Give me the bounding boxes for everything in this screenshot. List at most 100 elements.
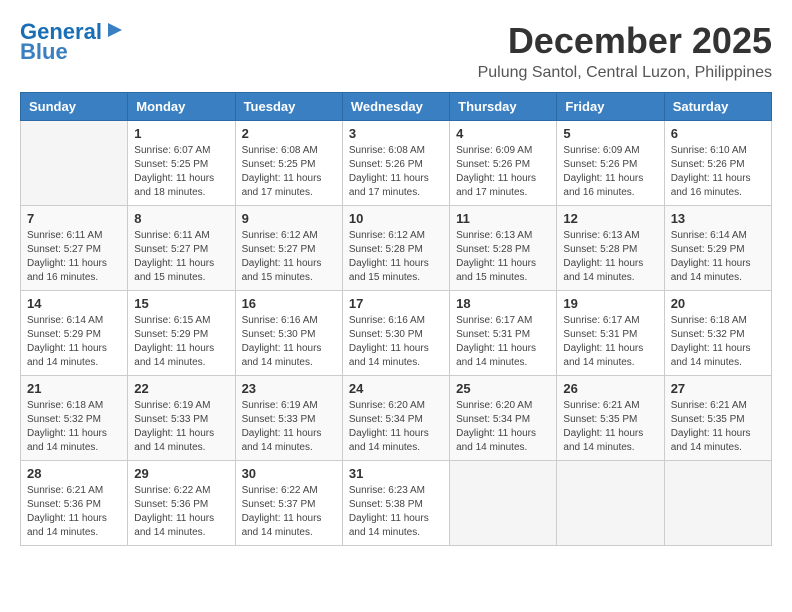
day-number: 15 [134, 296, 228, 311]
logo-text-blue: Blue [20, 40, 68, 64]
calendar-cell: 30 Sunrise: 6:22 AMSunset: 5:37 PMDayligh… [235, 461, 342, 546]
day-number: 2 [242, 126, 336, 141]
day-number: 13 [671, 211, 765, 226]
calendar-cell: 22 Sunrise: 6:19 AMSunset: 5:33 PMDayligh… [128, 376, 235, 461]
day-info: Sunrise: 6:21 AMSunset: 5:35 PMDaylight:… [671, 399, 765, 455]
day-number: 25 [456, 381, 550, 396]
day-number: 16 [242, 296, 336, 311]
day-info: Sunrise: 6:12 AMSunset: 5:28 PMDaylight:… [349, 229, 443, 285]
day-info: Sunrise: 6:11 AMSunset: 5:27 PMDaylight:… [27, 229, 121, 285]
day-info: Sunrise: 6:14 AMSunset: 5:29 PMDaylight:… [27, 314, 121, 370]
day-info: Sunrise: 6:13 AMSunset: 5:28 PMDaylight:… [563, 229, 657, 285]
day-info: Sunrise: 6:09 AMSunset: 5:26 PMDaylight:… [456, 144, 550, 200]
calendar-cell: 14 Sunrise: 6:14 AMSunset: 5:29 PMDayligh… [21, 291, 128, 376]
logo: General Blue [20, 20, 124, 64]
calendar-week-row: 7 Sunrise: 6:11 AMSunset: 5:27 PMDaylight… [21, 206, 772, 291]
day-number: 8 [134, 211, 228, 226]
day-info: Sunrise: 6:23 AMSunset: 5:38 PMDaylight:… [349, 484, 443, 540]
calendar-header-monday: Monday [128, 93, 235, 121]
day-number: 24 [349, 381, 443, 396]
calendar-cell: 27 Sunrise: 6:21 AMSunset: 5:35 PMDayligh… [664, 376, 771, 461]
day-number: 27 [671, 381, 765, 396]
calendar-cell: 12 Sunrise: 6:13 AMSunset: 5:28 PMDayligh… [557, 206, 664, 291]
day-number: 4 [456, 126, 550, 141]
calendar-week-row: 28Sunrise: 6:21 AMSunset: 5:36 PMDayligh… [21, 461, 772, 546]
day-number: 12 [563, 211, 657, 226]
calendar-cell: 10 Sunrise: 6:12 AMSunset: 5:28 PMDayligh… [342, 206, 449, 291]
calendar-table: SundayMondayTuesdayWednesdayThursdayFrid… [20, 92, 772, 546]
month-title: December 2025 [478, 20, 772, 62]
day-number: 3 [349, 126, 443, 141]
day-info: Sunrise: 6:22 AMSunset: 5:36 PMDaylight:… [134, 484, 228, 540]
calendar-cell: 18 Sunrise: 6:17 AMSunset: 5:31 PMDayligh… [450, 291, 557, 376]
day-info: Sunrise: 6:13 AMSunset: 5:28 PMDaylight:… [456, 229, 550, 285]
calendar-week-row: 1Sunrise: 6:07 AMSunset: 5:25 PMDaylight… [21, 121, 772, 206]
day-info: Sunrise: 6:08 AMSunset: 5:26 PMDaylight:… [349, 144, 443, 200]
calendar-cell: 20 Sunrise: 6:18 AMSunset: 5:32 PMDayligh… [664, 291, 771, 376]
calendar-header-tuesday: Tuesday [235, 93, 342, 121]
day-number: 21 [27, 381, 121, 396]
day-info: Sunrise: 6:16 AMSunset: 5:30 PMDaylight:… [349, 314, 443, 370]
calendar-cell: 5Sunrise: 6:09 AMSunset: 5:26 PMDaylight… [557, 121, 664, 206]
day-info: Sunrise: 6:19 AMSunset: 5:33 PMDaylight:… [134, 399, 228, 455]
calendar-cell: 13 Sunrise: 6:14 AMSunset: 5:29 PMDayligh… [664, 206, 771, 291]
calendar-cell: 25Sunrise: 6:20 AMSunset: 5:34 PMDayligh… [450, 376, 557, 461]
calendar-cell: 15 Sunrise: 6:15 AMSunset: 5:29 PMDayligh… [128, 291, 235, 376]
day-number: 17 [349, 296, 443, 311]
calendar-cell: 8 Sunrise: 6:11 AMSunset: 5:27 PMDaylight… [128, 206, 235, 291]
calendar-cell: 11 Sunrise: 6:13 AMSunset: 5:28 PMDayligh… [450, 206, 557, 291]
day-number: 6 [671, 126, 765, 141]
day-info: Sunrise: 6:18 AMSunset: 5:32 PMDaylight:… [671, 314, 765, 370]
logo-arrow-icon [106, 21, 124, 39]
location-subtitle: Pulung Santol, Central Luzon, Philippine… [478, 64, 772, 82]
day-number: 22 [134, 381, 228, 396]
title-section: December 2025 Pulung Santol, Central Luz… [478, 20, 772, 82]
calendar-cell: 4 Sunrise: 6:09 AMSunset: 5:26 PMDaylight… [450, 121, 557, 206]
day-info: Sunrise: 6:08 AMSunset: 5:25 PMDaylight:… [242, 144, 336, 200]
calendar-cell [450, 461, 557, 546]
day-info: Sunrise: 6:18 AMSunset: 5:32 PMDaylight:… [27, 399, 121, 455]
calendar-cell: 3 Sunrise: 6:08 AMSunset: 5:26 PMDaylight… [342, 121, 449, 206]
calendar-header-row: SundayMondayTuesdayWednesdayThursdayFrid… [21, 93, 772, 121]
calendar-cell [21, 121, 128, 206]
calendar-header-saturday: Saturday [664, 93, 771, 121]
day-number: 29 [134, 466, 228, 481]
day-number: 10 [349, 211, 443, 226]
day-info: Sunrise: 6:21 AMSunset: 5:35 PMDaylight:… [563, 399, 657, 455]
day-info: Sunrise: 6:11 AMSunset: 5:27 PMDaylight:… [134, 229, 228, 285]
day-number: 18 [456, 296, 550, 311]
day-info: Sunrise: 6:16 AMSunset: 5:30 PMDaylight:… [242, 314, 336, 370]
calendar-cell: 1Sunrise: 6:07 AMSunset: 5:25 PMDaylight… [128, 121, 235, 206]
calendar-header-wednesday: Wednesday [342, 93, 449, 121]
day-info: Sunrise: 6:17 AMSunset: 5:31 PMDaylight:… [456, 314, 550, 370]
day-number: 11 [456, 211, 550, 226]
calendar-cell: 21 Sunrise: 6:18 AMSunset: 5:32 PMDayligh… [21, 376, 128, 461]
calendar-cell: 7 Sunrise: 6:11 AMSunset: 5:27 PMDaylight… [21, 206, 128, 291]
day-info: Sunrise: 6:07 AMSunset: 5:25 PMDaylight:… [134, 144, 228, 200]
day-info: Sunrise: 6:09 AMSunset: 5:26 PMDaylight:… [563, 144, 657, 200]
day-info: Sunrise: 6:14 AMSunset: 5:29 PMDaylight:… [671, 229, 765, 285]
day-number: 9 [242, 211, 336, 226]
day-info: Sunrise: 6:15 AMSunset: 5:29 PMDaylight:… [134, 314, 228, 370]
calendar-cell: 6 Sunrise: 6:10 AMSunset: 5:26 PMDaylight… [664, 121, 771, 206]
day-info: Sunrise: 6:12 AMSunset: 5:27 PMDaylight:… [242, 229, 336, 285]
day-info: Sunrise: 6:19 AMSunset: 5:33 PMDaylight:… [242, 399, 336, 455]
calendar-cell: 29 Sunrise: 6:22 AMSunset: 5:36 PMDayligh… [128, 461, 235, 546]
day-number: 26 [563, 381, 657, 396]
day-number: 30 [242, 466, 336, 481]
day-number: 20 [671, 296, 765, 311]
calendar-cell [664, 461, 771, 546]
day-info: Sunrise: 6:10 AMSunset: 5:26 PMDaylight:… [671, 144, 765, 200]
day-number: 7 [27, 211, 121, 226]
day-info: Sunrise: 6:20 AMSunset: 5:34 PMDaylight:… [349, 399, 443, 455]
calendar-cell: 16 Sunrise: 6:16 AMSunset: 5:30 PMDayligh… [235, 291, 342, 376]
calendar-cell [557, 461, 664, 546]
calendar-cell: 28Sunrise: 6:21 AMSunset: 5:36 PMDayligh… [21, 461, 128, 546]
calendar-cell: 19 Sunrise: 6:17 AMSunset: 5:31 PMDayligh… [557, 291, 664, 376]
day-number: 19 [563, 296, 657, 311]
calendar-cell: 26 Sunrise: 6:21 AMSunset: 5:35 PMDayligh… [557, 376, 664, 461]
calendar-header-friday: Friday [557, 93, 664, 121]
day-info: Sunrise: 6:22 AMSunset: 5:37 PMDaylight:… [242, 484, 336, 540]
day-number: 14 [27, 296, 121, 311]
day-info: Sunrise: 6:17 AMSunset: 5:31 PMDaylight:… [563, 314, 657, 370]
